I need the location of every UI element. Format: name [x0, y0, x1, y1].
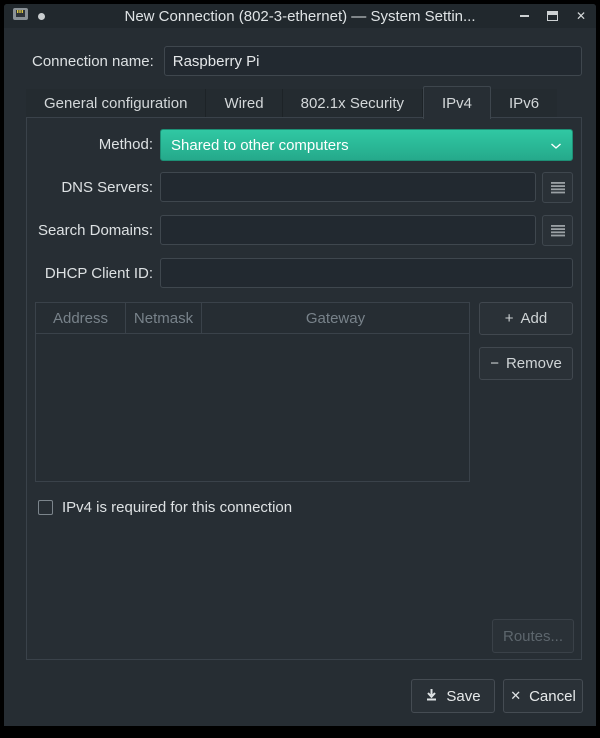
tab-bar: General configuration Wired 802.1x Secur…: [26, 86, 582, 118]
connection-name-input[interactable]: [164, 46, 582, 76]
tab-general-configuration[interactable]: General configuration: [26, 89, 206, 118]
connection-name-label: Connection name:: [32, 53, 154, 70]
minimize-button[interactable]: [520, 15, 529, 17]
routes-button[interactable]: Routes...: [492, 619, 574, 653]
dhcp-client-id-input[interactable]: [160, 258, 573, 288]
column-header-netmask[interactable]: Netmask: [126, 303, 202, 333]
ethernet-port-icon: [12, 6, 29, 27]
search-domains-edit-list-button[interactable]: [542, 215, 573, 246]
list-icon: [550, 181, 566, 194]
titlebar[interactable]: New Connection (802-3-ethernet) — System…: [4, 4, 596, 28]
plus-icon: +: [505, 310, 514, 327]
ipv4-required-checkbox-row[interactable]: IPv4 is required for this connection: [38, 499, 292, 516]
ipv4-required-label: IPv4 is required for this connection: [62, 499, 292, 516]
dhcp-client-id-label: DHCP Client ID:: [27, 265, 153, 282]
close-button[interactable]: ✕: [576, 10, 586, 22]
maximize-button[interactable]: [547, 11, 558, 21]
dns-servers-label: DNS Servers:: [27, 179, 153, 196]
chevron-down-icon: [550, 137, 562, 154]
search-domains-input[interactable]: [160, 215, 536, 245]
cancel-button[interactable]: ✕ Cancel: [503, 679, 583, 713]
tab-wired[interactable]: Wired: [206, 89, 282, 118]
save-button[interactable]: Save: [411, 679, 495, 713]
tab-ipv4[interactable]: IPv4: [423, 86, 491, 119]
ipv4-panel: Method: Shared to other computers DNS Se…: [26, 117, 582, 660]
remove-button[interactable]: − Remove: [479, 347, 573, 380]
checkbox-unchecked-icon[interactable]: [38, 500, 53, 515]
method-dropdown[interactable]: Shared to other computers: [160, 129, 573, 161]
dns-servers-input[interactable]: [160, 172, 536, 202]
minus-icon: −: [490, 355, 499, 372]
addresses-table-header: Address Netmask Gateway: [36, 303, 469, 334]
save-icon: [425, 688, 438, 705]
list-icon: [550, 224, 566, 237]
dns-servers-edit-list-button[interactable]: [542, 172, 573, 203]
on-all-desktops-icon[interactable]: [38, 13, 45, 20]
column-header-address[interactable]: Address: [36, 303, 126, 333]
column-header-gateway[interactable]: Gateway: [202, 303, 469, 333]
window-title: New Connection (802-3-ethernet) — System…: [4, 8, 596, 25]
method-selected-value: Shared to other computers: [171, 137, 349, 154]
tab-ipv6[interactable]: IPv6: [491, 89, 557, 118]
settings-window: New Connection (802-3-ethernet) — System…: [4, 4, 596, 726]
addresses-table[interactable]: Address Netmask Gateway: [35, 302, 470, 482]
close-x-icon: ✕: [510, 688, 521, 704]
method-label: Method:: [27, 136, 153, 153]
search-domains-label: Search Domains:: [27, 222, 153, 239]
add-button[interactable]: + Add: [479, 302, 573, 335]
tab-8021x-security[interactable]: 802.1x Security: [283, 89, 423, 118]
